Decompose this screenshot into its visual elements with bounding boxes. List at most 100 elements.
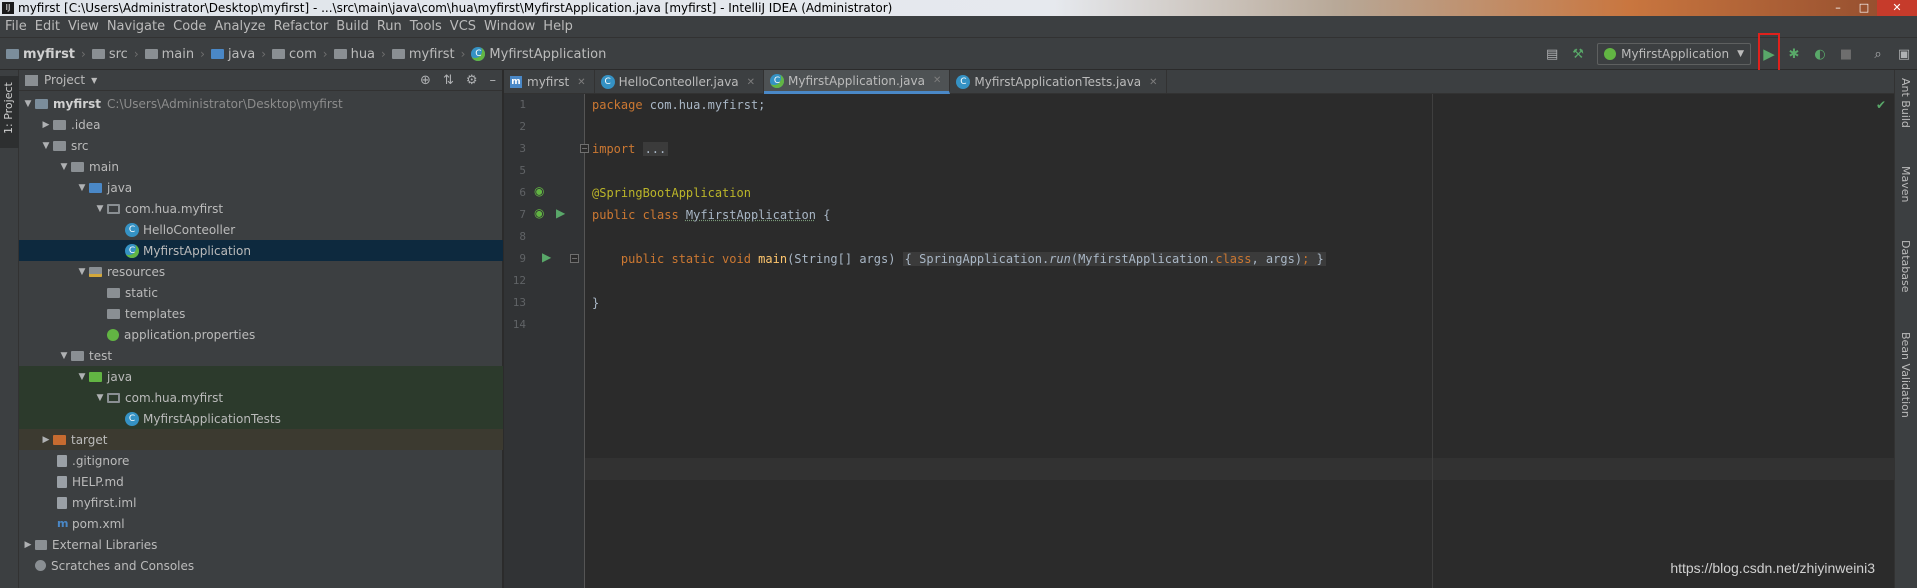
code-area[interactable]: package com.hua.myfirst; import ... @Spr… [592,94,1882,588]
menu-refactor[interactable]: Refactor [271,16,334,38]
tree-item-resources[interactable]: ▼ resources [19,261,503,282]
hide-panel-icon[interactable]: – [490,73,497,88]
menu-build[interactable]: Build [333,16,374,38]
maximize-button[interactable]: □ [1851,0,1877,16]
tree-item-target[interactable]: ▶ target [19,429,503,450]
tree-item-myfirst-iml[interactable]: myfirst.iml [19,492,503,513]
spring-bean-gutter-icon[interactable]: ◉ [534,184,544,198]
tree-item-test-java[interactable]: ▼ java [19,366,503,387]
tree-item-myfirstapplicationtests[interactable]: C MyfirstApplicationTests [19,408,503,429]
breadcrumb-hua[interactable]: hua › [333,47,392,62]
menu-window[interactable]: Window [481,16,540,38]
tree-item-gitignore[interactable]: .gitignore [19,450,503,471]
chevron-right-icon[interactable]: ▶ [39,435,53,445]
minimize-button[interactable]: – [1825,0,1851,16]
fold-toggle-icon[interactable]: − [580,144,589,153]
tree-item-help-md[interactable]: HELP.md [19,471,503,492]
menu-file[interactable]: File [2,16,32,38]
run-icon[interactable]: ▶ [1763,45,1775,63]
folded-method-body[interactable]: { SpringApplication.run(MyfirstApplicati… [902,252,1326,266]
run-with-coverage-icon[interactable]: ◐ [1809,43,1831,65]
menu-vcs[interactable]: VCS [447,16,481,38]
debug-bug-icon[interactable]: ✱ [1783,43,1805,65]
build-hammer-icon[interactable]: ⚒ [1567,43,1589,65]
tree-item-src[interactable]: ▼ src [19,135,503,156]
menu-navigate[interactable]: Navigate [104,16,170,38]
menu-run[interactable]: Run [374,16,407,38]
stop-icon[interactable]: ■ [1835,43,1857,65]
tree-item-scratches[interactable]: Scratches and Consoles [19,555,503,576]
tree-item-external-libraries[interactable]: ▶ External Libraries [19,534,503,555]
close-window-button[interactable]: ✕ [1877,0,1917,16]
tree-item-pom-xml[interactable]: m pom.xml [19,513,503,534]
chevron-down-icon[interactable]: ▼ [39,141,53,151]
close-icon[interactable]: ✕ [747,77,755,88]
tab-myfirst[interactable]: m myfirst ✕ [504,70,595,94]
project-view-selector[interactable]: Project [44,73,85,87]
close-icon[interactable]: ✕ [577,77,585,88]
chevron-down-icon[interactable]: ▼ [75,183,89,193]
search-icon[interactable]: ⌕ [1867,43,1889,65]
menu-tools[interactable]: Tools [407,16,447,38]
maven-tool-tab[interactable]: Maven [1899,166,1912,202]
code-token: , args) [1251,252,1303,266]
tree-item-myfirst[interactable]: ▼ myfirst C:\Users\Administrator\Desktop… [19,93,503,114]
tab-helloconteoller[interactable]: C HelloConteoller.java ✕ [595,70,765,94]
run-gutter-icon[interactable]: ▶ [556,206,565,220]
tree-item-idea[interactable]: ▶ .idea [19,114,503,135]
tree-item-test[interactable]: ▼ test [19,345,503,366]
menu-code[interactable]: Code [170,16,211,38]
chevron-down-icon[interactable]: ▼ [75,372,89,382]
gear-icon[interactable]: ⚙ [466,73,478,88]
chevron-right-icon[interactable]: ▶ [21,540,35,550]
tree-item-main-package[interactable]: ▼ com.hua.myfirst [19,198,503,219]
tree-item-static[interactable]: static [19,282,503,303]
close-icon[interactable]: ✕ [933,75,941,86]
close-icon[interactable]: ✕ [1149,77,1157,88]
run-configuration-dropdown[interactable]: MyfirstApplication ▼ [1597,43,1751,65]
chevron-down-icon[interactable]: ▼ [75,267,89,277]
menu-analyze[interactable]: Analyze [211,16,270,38]
tab-myfirstapplicationtests[interactable]: C MyfirstApplicationTests.java ✕ [950,70,1167,94]
chevron-down-icon[interactable]: ▼ [93,393,107,403]
chevron-down-icon[interactable]: ▼ [57,162,71,172]
chevron-right-icon[interactable]: ▶ [39,120,53,130]
breadcrumb-myfirst-package[interactable]: myfirst › [391,47,472,62]
run-gutter-icon[interactable]: ▶ [542,250,551,264]
breadcrumb-main[interactable]: main › [144,47,211,62]
chevron-down-icon[interactable]: ▼ [21,99,35,109]
breadcrumb-com[interactable]: com › [272,47,334,62]
collapse-all-icon[interactable]: ⇅ [443,73,454,88]
breadcrumb-src[interactable]: src › [91,47,145,62]
tree-item-main-java[interactable]: ▼ java [19,177,503,198]
tree-item-helloconteoller[interactable]: C HelloConteoller [19,219,503,240]
folded-imports[interactable]: ... [642,142,669,156]
project-structure-icon[interactable]: ▤ [1541,43,1563,65]
breadcrumb-java[interactable]: java › [210,47,272,62]
chevron-down-icon[interactable]: ▼ [93,204,107,214]
tree-item-test-package[interactable]: ▼ com.hua.myfirst [19,387,503,408]
project-tool-tab[interactable]: 1: Project [0,76,19,148]
menu-help[interactable]: Help [540,16,578,38]
ant-build-tool-tab[interactable]: Ant Build [1899,78,1912,128]
menu-edit[interactable]: Edit [32,16,65,38]
tree-item-main[interactable]: ▼ main [19,156,503,177]
chevron-down-icon[interactable]: ▼ [57,351,71,361]
fold-toggle-icon[interactable]: − [570,254,579,263]
inspection-ok-icon[interactable]: ✔ [1876,98,1886,112]
tab-myfirstapplication[interactable]: C MyfirstApplication.java ✕ [764,70,951,94]
chevron-down-icon[interactable]: ▼ [91,76,97,85]
chevron-right-icon: › [81,47,86,61]
database-tool-tab[interactable]: Database [1899,240,1912,293]
code-editor[interactable]: 1 2 3 5 6 7 8 9 12 13 14 ◉ ◉ ▶ ▶ − − pac… [504,94,1894,588]
bean-validation-tool-tab[interactable]: Bean Validation [1899,332,1912,418]
breadcrumb-project[interactable]: myfirst › [6,47,92,62]
breadcrumb-class[interactable]: C MyfirstApplication [471,47,606,62]
spring-bean-gutter-icon[interactable]: ◉ [534,206,544,220]
locate-file-icon[interactable]: ⊕ [420,73,431,88]
structure-icon[interactable]: ▣ [1893,43,1915,65]
tree-item-application-properties[interactable]: application.properties [19,324,503,345]
tree-item-templates[interactable]: templates [19,303,503,324]
menu-view[interactable]: View [65,16,104,38]
tree-item-myfirstapplication[interactable]: C MyfirstApplication [19,240,503,261]
